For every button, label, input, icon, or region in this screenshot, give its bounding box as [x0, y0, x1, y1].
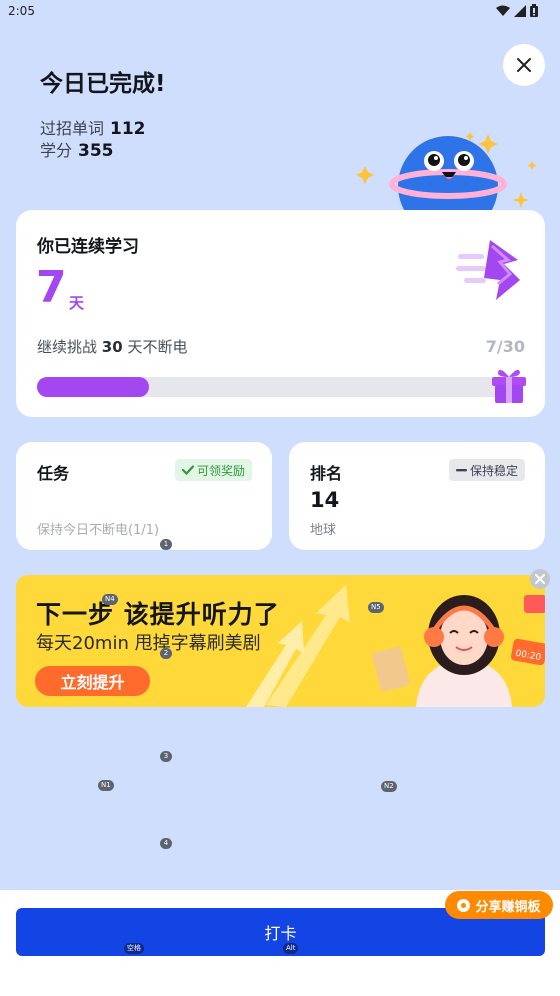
rank-status-badge: 保持稳定: [448, 459, 525, 481]
hint-badge-alt: Alt: [283, 943, 299, 954]
listening-promo-banner[interactable]: 00:20 下一步 该提升听力了 每天20min 甩掉字幕刷美剧 立刻提升: [16, 575, 545, 707]
streak-card: 你已连续学习 7 天 继续挑战 30 天不断电 7/30: [16, 210, 545, 417]
battery-icon: [530, 4, 538, 17]
improve-now-button[interactable]: 立刻提升: [35, 666, 150, 696]
task-title: 任务: [37, 464, 70, 483]
goal-prefix: 继续挑战: [37, 338, 98, 356]
score-label: 学分: [40, 141, 73, 160]
rank-card[interactable]: 排名 保持稳定 14 地球: [289, 442, 545, 550]
rank-title: 排名: [310, 464, 343, 483]
minus-icon: [455, 469, 467, 472]
share-label: 分享赚铜板: [475, 899, 541, 915]
banner-close-button[interactable]: [530, 569, 550, 589]
streak-days: 7: [36, 262, 67, 313]
hint-badge-1: 1: [160, 539, 172, 550]
rank-scope: 地球: [310, 523, 337, 538]
close-icon: [535, 574, 545, 584]
close-button[interactable]: [503, 44, 545, 86]
streak-progress-bar: [37, 377, 517, 397]
page-title: 今日已完成!: [40, 71, 166, 97]
hint-badge-space: 空格: [124, 943, 144, 954]
lightning-icon: [456, 240, 520, 300]
gift-icon[interactable]: [490, 368, 528, 404]
reward-badge-label: 可领奖励: [196, 463, 245, 478]
goal-suffix: 天不断电: [127, 338, 188, 356]
hint-badge-n1: N1: [98, 780, 114, 791]
hint-badge-3: 3: [160, 751, 172, 762]
task-card[interactable]: 任务 可领奖励 保持今日不断电(1/1): [16, 442, 272, 550]
streak-unit: 天: [69, 294, 85, 312]
streak-progress-fill: [37, 377, 149, 397]
reward-badge[interactable]: 可领奖励: [174, 459, 252, 481]
status-icons: [496, 4, 538, 17]
hint-badge-n2: N2: [381, 781, 397, 792]
hint-badge-4: 4: [160, 838, 172, 849]
words-value: 112: [110, 119, 146, 139]
rank-value: 14: [310, 488, 340, 512]
share-earn-button[interactable]: 分享赚铜板: [445, 891, 553, 919]
mascot-planet-illustration: [356, 132, 537, 218]
task-subtitle: 保持今日不断电(1/1): [37, 523, 160, 538]
score-value: 355: [78, 141, 114, 161]
goal-days: 30: [101, 338, 123, 356]
hint-badge-n5: N5: [368, 602, 384, 613]
words-stat: 过招单词 112: [40, 115, 146, 139]
score-stat: 学分 355: [40, 137, 114, 161]
hint-badge-n4: N4: [102, 594, 118, 605]
hint-badge-2: 2: [160, 648, 172, 659]
wifi-icon: [496, 5, 510, 16]
promo-illustration: 00:20: [246, 585, 545, 707]
close-icon: [517, 58, 531, 72]
status-bar: 2:05: [0, 0, 560, 24]
checkin-label: 打卡: [264, 924, 297, 943]
banner-subtitle: 每天20min 甩掉字幕刷美剧: [36, 633, 261, 654]
check-icon: [181, 465, 194, 475]
signal-icon: [514, 4, 526, 17]
streak-title: 你已连续学习: [37, 237, 139, 257]
words-label: 过招单词: [40, 119, 105, 138]
rank-status-label: 保持稳定: [469, 463, 518, 478]
banner-title: 下一步 该提升听力了: [36, 600, 280, 629]
status-time: 2:05: [8, 4, 35, 18]
streak-progress-count: 7/30: [485, 337, 525, 356]
coin-icon: [457, 898, 471, 912]
streak-goal-text: 继续挑战 30 天不断电: [37, 336, 187, 357]
